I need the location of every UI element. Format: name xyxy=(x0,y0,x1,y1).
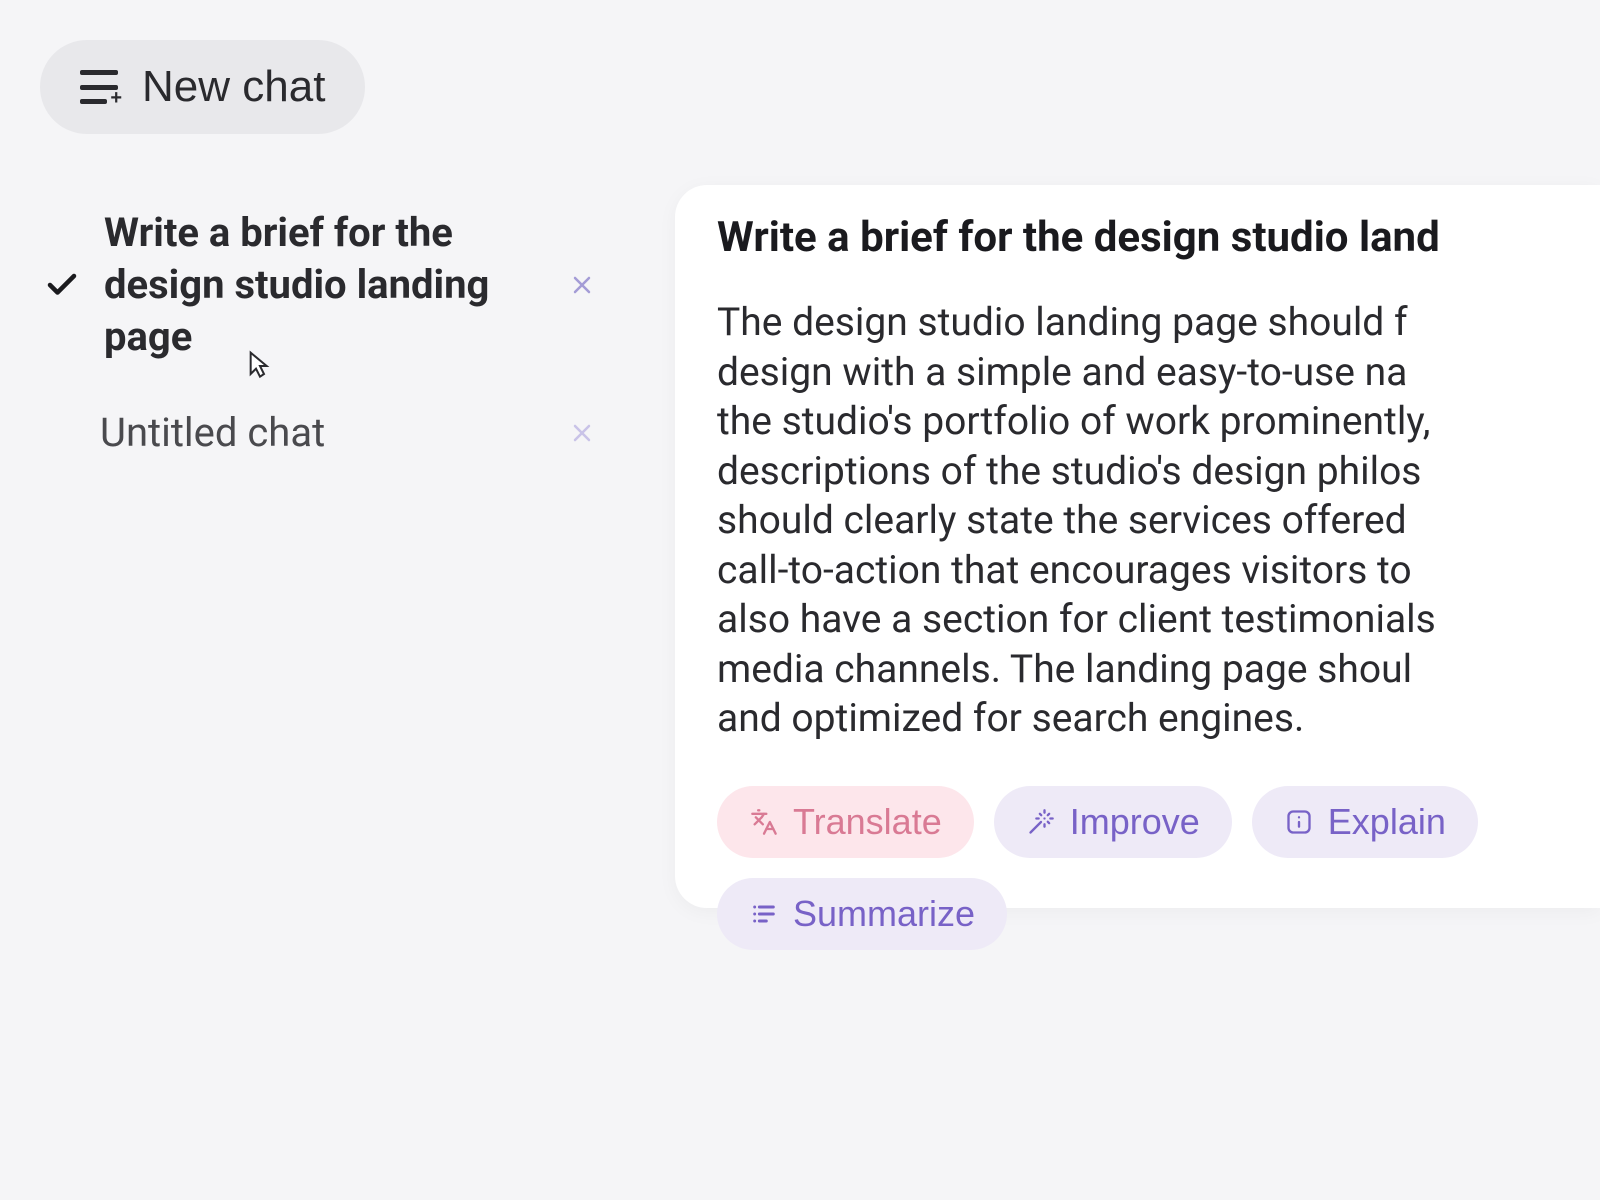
chat-list: Write a brief for the design studio land… xyxy=(40,195,600,491)
check-icon xyxy=(40,263,84,307)
chat-item-title: Untitled chat xyxy=(40,407,544,459)
improve-label: Improve xyxy=(1070,801,1200,843)
menu-plus-icon: + xyxy=(80,70,118,104)
chat-item-active[interactable]: Write a brief for the design studio land… xyxy=(40,195,600,375)
close-icon[interactable] xyxy=(564,415,600,451)
explain-button[interactable]: Explain xyxy=(1252,786,1478,858)
chat-item-title: Write a brief for the design studio land… xyxy=(104,207,544,363)
new-chat-label: New chat xyxy=(142,62,325,112)
chat-item-inactive[interactable]: Untitled chat xyxy=(40,395,600,471)
info-icon xyxy=(1284,807,1314,837)
new-chat-button[interactable]: + New chat xyxy=(40,40,365,134)
translate-icon xyxy=(749,807,779,837)
translate-label: Translate xyxy=(793,801,942,843)
explain-label: Explain xyxy=(1328,801,1446,843)
content-panel: Write a brief for the design studio land… xyxy=(675,185,1600,908)
list-icon xyxy=(749,899,779,929)
content-title: Write a brief for the design studio land xyxy=(717,213,1560,262)
magic-wand-icon xyxy=(1026,807,1056,837)
summarize-button[interactable]: Summarize xyxy=(717,878,1007,950)
translate-button[interactable]: Translate xyxy=(717,786,974,858)
summarize-label: Summarize xyxy=(793,893,975,935)
close-icon[interactable] xyxy=(564,267,600,303)
improve-button[interactable]: Improve xyxy=(994,786,1232,858)
content-body: The design studio landing page should f … xyxy=(717,298,1560,744)
action-buttons: Translate Improve xyxy=(717,786,1560,950)
